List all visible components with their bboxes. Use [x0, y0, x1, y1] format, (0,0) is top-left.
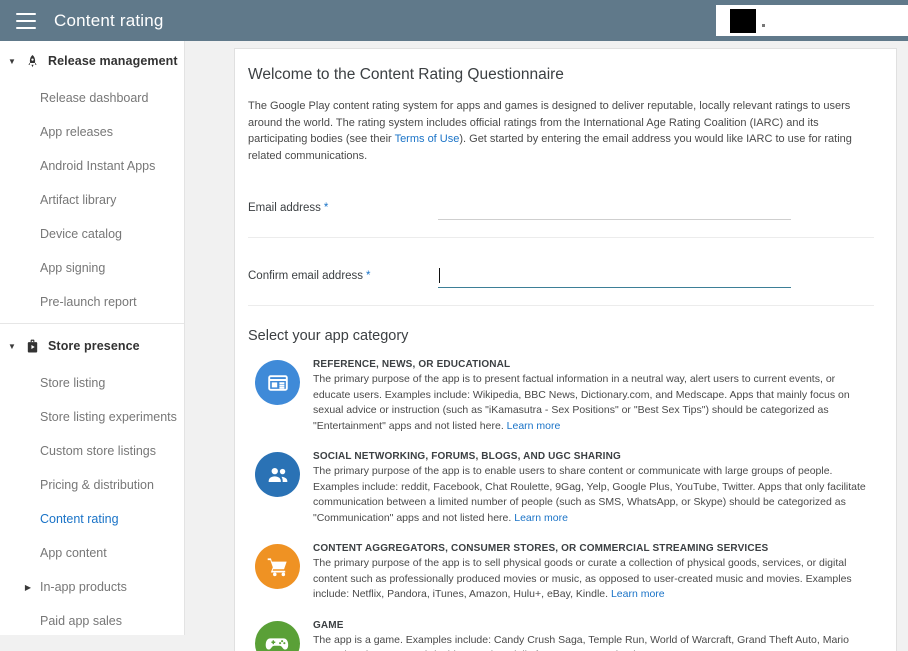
sidebar-group-label: Release management — [48, 54, 178, 68]
category-description: The app is a game. Examples include: Can… — [313, 633, 874, 651]
category-text: GAME The app is a game. Examples include… — [300, 619, 874, 651]
category-text: SOCIAL NETWORKING, FORUMS, BLOGS, AND UG… — [300, 450, 874, 526]
category-description-text: The primary purpose of the app is to sel… — [313, 557, 852, 600]
sidebar-divider — [0, 323, 184, 324]
sidebar-item-paid-app-sales[interactable]: Paid app sales — [0, 604, 184, 635]
category-description: The primary purpose of the app is to sel… — [313, 556, 874, 603]
sidebar-item-label: Pricing & distribution — [40, 478, 154, 492]
learn-more-link[interactable]: Learn more — [507, 420, 561, 432]
hamburger-menu-icon[interactable] — [16, 13, 36, 29]
email-address-label: Email address* — [248, 198, 438, 214]
sidebar-item-label: Paid app sales — [40, 614, 122, 628]
sidebar-item-release-dashboard[interactable]: Release dashboard — [0, 81, 184, 115]
gamepad-icon — [255, 621, 300, 651]
category-description: The primary purpose of the app is to ena… — [313, 464, 874, 526]
category-option-content-aggregators[interactable]: CONTENT AGGREGATORS, CONSUMER STORES, OR… — [248, 542, 874, 603]
sidebar-group-release-management[interactable]: Release management — [0, 41, 184, 81]
category-icon-wrap — [248, 358, 300, 434]
category-title: GAME — [313, 620, 874, 631]
category-title: CONTENT AGGREGATORS, CONSUMER STORES, OR… — [313, 543, 874, 554]
main-content-area: Welcome to the Content Rating Questionna… — [185, 41, 908, 651]
required-marker: * — [324, 202, 328, 214]
article-news-icon — [255, 360, 300, 405]
sidebar-item-label: Content rating — [40, 512, 119, 526]
email-address-input[interactable] — [438, 198, 791, 220]
category-option-social-networking[interactable]: SOCIAL NETWORKING, FORUMS, BLOGS, AND UG… — [248, 450, 874, 526]
play-store-bag-icon — [20, 339, 44, 354]
content-rating-card: Welcome to the Content Rating Questionna… — [234, 48, 897, 651]
sidebar-group-label: Store presence — [48, 339, 140, 353]
required-marker: * — [366, 270, 370, 282]
sidebar-item-label: App content — [40, 546, 107, 560]
sidebar-item-label: Pre-launch report — [40, 295, 137, 309]
sidebar-item-label: Android Instant Apps — [40, 159, 155, 173]
account-panel[interactable] — [716, 5, 908, 36]
welcome-heading: Welcome to the Content Rating Questionna… — [248, 66, 874, 84]
sidebar-item-android-instant-apps[interactable]: Android Instant Apps — [0, 149, 184, 183]
email-address-control — [438, 198, 874, 220]
category-text: CONTENT AGGREGATORS, CONSUMER STORES, OR… — [300, 542, 874, 603]
shopping-cart-icon — [255, 544, 300, 589]
email-address-row: Email address* — [248, 170, 874, 238]
category-option-reference-news-educational[interactable]: REFERENCE, NEWS, OR EDUCATIONAL The prim… — [248, 358, 874, 434]
chevron-down-icon[interactable] — [4, 57, 20, 66]
learn-more-link[interactable]: Learn more — [514, 512, 568, 524]
sidebar-item-in-app-products[interactable]: In-app products — [0, 570, 184, 604]
sidebar-item-pre-launch-report[interactable]: Pre-launch report — [0, 285, 184, 319]
category-title: REFERENCE, NEWS, OR EDUCATIONAL — [313, 359, 874, 370]
rocket-icon — [20, 54, 44, 69]
page-title: Content rating — [54, 11, 164, 31]
sidebar-item-content-rating[interactable]: Content rating — [0, 502, 184, 536]
sidebar-item-artifact-library[interactable]: Artifact library — [0, 183, 184, 217]
category-description-text: The app is a game. Examples include: Can… — [313, 634, 849, 651]
sidebar-item-label: Store listing — [40, 376, 105, 390]
category-section-title: Select your app category — [248, 328, 874, 344]
sidebar-item-app-content[interactable]: App content — [0, 536, 184, 570]
sidebar-item-store-listing[interactable]: Store listing — [0, 366, 184, 400]
learn-more-link[interactable]: Learn more — [611, 588, 665, 600]
sidebar-item-label: Release dashboard — [40, 91, 148, 105]
category-icon-wrap — [248, 542, 300, 603]
category-description: The primary purpose of the app is to pre… — [313, 372, 874, 434]
confirm-email-address-row: Confirm email address* — [248, 238, 874, 306]
sidebar-group-store-presence[interactable]: Store presence — [0, 326, 184, 366]
redacted-avatar-icon — [730, 9, 756, 33]
category-option-game[interactable]: GAME The app is a game. Examples include… — [248, 619, 874, 651]
chevron-right-icon[interactable] — [20, 583, 36, 592]
sidebar-item-label: Store listing experiments — [40, 410, 177, 424]
sidebar-item-label: Artifact library — [40, 193, 116, 207]
terms-of-use-link[interactable]: Terms of Use — [395, 133, 460, 145]
sidebar-item-app-signing[interactable]: App signing — [0, 251, 184, 285]
confirm-email-address-input[interactable] — [438, 266, 791, 288]
intro-paragraph: The Google Play content rating system fo… — [248, 98, 874, 164]
category-title: SOCIAL NETWORKING, FORUMS, BLOGS, AND UG… — [313, 451, 874, 462]
sidebar-item-device-catalog[interactable]: Device catalog — [0, 217, 184, 251]
sidebar-item-label: App releases — [40, 125, 113, 139]
confirm-email-address-control — [438, 266, 874, 288]
people-group-icon — [255, 452, 300, 497]
email-label-text: Email address — [248, 202, 321, 214]
sidebar-item-custom-store-listings[interactable]: Custom store listings — [0, 434, 184, 468]
confirm-email-address-label: Confirm email address* — [248, 266, 438, 282]
redacted-dot-icon — [762, 24, 765, 27]
sidebar-item-label: App signing — [40, 261, 105, 275]
sidebar-item-store-listing-experiments[interactable]: Store listing experiments — [0, 400, 184, 434]
sidebar-item-pricing-distribution[interactable]: Pricing & distribution — [0, 468, 184, 502]
category-icon-wrap — [248, 619, 300, 651]
confirm-email-label-text: Confirm email address — [248, 270, 363, 282]
sidebar-item-app-releases[interactable]: App releases — [0, 115, 184, 149]
category-description-text: The primary purpose of the app is to pre… — [313, 373, 850, 432]
sidebar-navigation[interactable]: Release management Release dashboard App… — [0, 41, 185, 635]
category-text: REFERENCE, NEWS, OR EDUCATIONAL The prim… — [300, 358, 874, 434]
chevron-down-icon[interactable] — [4, 342, 20, 351]
top-app-bar: Content rating — [0, 0, 908, 41]
sidebar-item-label: In-app products — [40, 580, 127, 594]
category-description-text: The primary purpose of the app is to ena… — [313, 465, 866, 524]
category-icon-wrap — [248, 450, 300, 526]
text-cursor — [439, 268, 440, 283]
sidebar-item-label: Custom store listings — [40, 444, 156, 458]
sidebar-item-label: Device catalog — [40, 227, 122, 241]
